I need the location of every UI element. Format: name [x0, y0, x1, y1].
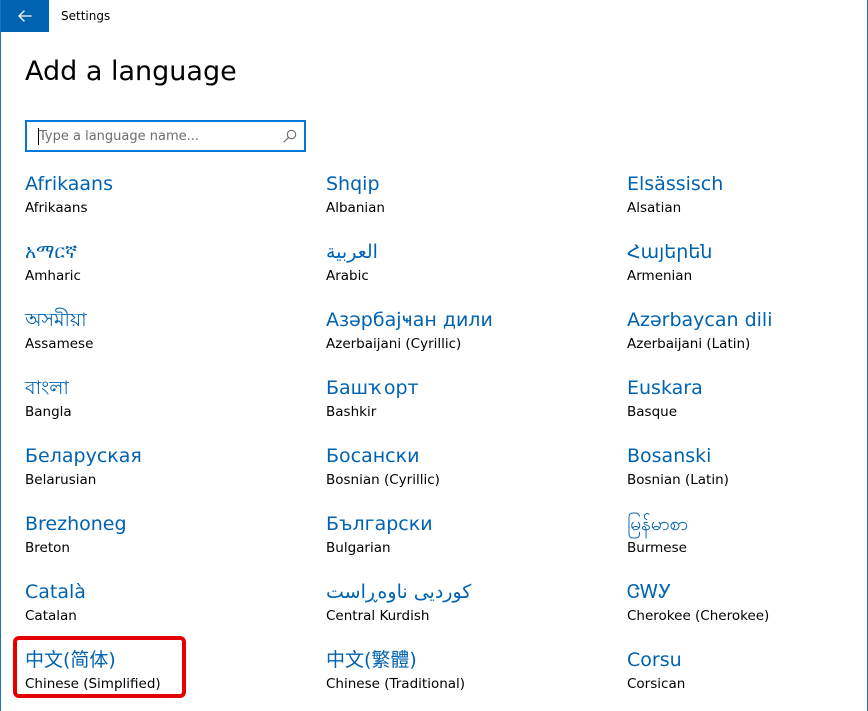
text-caret	[38, 128, 39, 145]
language-english-name: Belarusian	[25, 472, 97, 488]
language-native-name: العربية	[326, 241, 378, 263]
language-native-name: አማርኛ	[25, 241, 78, 263]
language-item[interactable]: Azərbaycan dili Azerbaijani (Latin)	[627, 306, 868, 360]
language-native-name: Azərbaycan dili	[627, 309, 773, 331]
back-button[interactable]	[1, 0, 49, 32]
language-english-name: Cherokee (Cherokee)	[627, 608, 770, 624]
language-native-name: 中文(繁體)	[326, 649, 417, 671]
language-native-name: Català	[25, 581, 86, 603]
language-item[interactable]: অসমীয়া Assamese	[25, 306, 285, 360]
title-bar: Settings	[1, 0, 867, 32]
language-item[interactable]: မြန်မာစာ Burmese	[627, 510, 868, 564]
language-native-name: ᏣᎳᎩ	[627, 581, 672, 603]
language-english-name: Afrikaans	[25, 200, 88, 216]
language-english-name: Chinese (Traditional)	[326, 676, 466, 692]
language-item[interactable]: Brezhoneg Breton	[25, 510, 285, 564]
language-item[interactable]: Euskara Basque	[627, 374, 868, 428]
search-icon[interactable]	[282, 128, 298, 144]
language-english-name: Bashkir	[326, 404, 377, 420]
language-english-name: Azerbaijani (Latin)	[627, 336, 751, 352]
language-english-name: Armenian	[627, 268, 693, 284]
language-english-name: Arabic	[326, 268, 369, 284]
language-native-name: Беларуская	[25, 445, 142, 467]
language-native-name: Հայերեն	[627, 241, 713, 263]
language-item[interactable]: کوردیی ناوەڕاست Central Kurdish	[326, 578, 586, 632]
language-english-name: Bangla	[25, 404, 72, 420]
language-english-name: Amharic	[25, 268, 81, 284]
language-english-name: Burmese	[627, 540, 687, 556]
language-english-name: Corsican	[627, 676, 686, 692]
settings-window: Settings Add a language AfrikaansAfrikaa…	[0, 0, 868, 711]
language-item[interactable]: 中文(繁體) Chinese (Traditional)	[326, 646, 586, 700]
language-item[interactable]: Башҡорт Bashkir	[326, 374, 586, 428]
language-item[interactable]: Беларуская Belarusian	[25, 442, 285, 496]
language-item[interactable]: 中文(简体) Chinese (Simplified)	[25, 646, 285, 700]
language-native-name: অসমীয়া	[25, 309, 87, 331]
back-arrow-icon	[18, 10, 32, 22]
language-english-name: Alsatian	[627, 200, 682, 216]
language-english-name: Basque	[627, 404, 677, 420]
language-item[interactable]: Азәрбајҹан дили Azerbaijani (Cyrillic)	[326, 306, 586, 360]
language-native-name: Азәрбајҹан дили	[326, 309, 493, 331]
search-box[interactable]	[25, 120, 306, 152]
language-english-name: Bosnian (Cyrillic)	[326, 472, 440, 488]
language-native-name: کوردیی ناوەڕاست	[326, 581, 472, 603]
language-native-name: Башҡорт	[326, 377, 419, 399]
language-item[interactable]: Босански Bosnian (Cyrillic)	[326, 442, 586, 496]
window-title: Settings	[61, 9, 111, 23]
language-item[interactable]: አማርኛ Amharic	[25, 238, 285, 292]
language-item[interactable]: Shqip Albanian	[326, 170, 586, 224]
language-native-name: 中文(简体)	[25, 649, 116, 671]
language-item[interactable]: Bosanski Bosnian (Latin)	[627, 442, 868, 496]
language-item[interactable]: Հայերեն Armenian	[627, 238, 868, 292]
language-english-name: Central Kurdish	[326, 608, 430, 624]
language-native-name: Elsässisch	[627, 173, 724, 195]
language-item[interactable]: Български Bulgarian	[326, 510, 586, 564]
language-native-name: Euskara	[627, 377, 703, 399]
language-item[interactable]: Corsu Corsican	[627, 646, 868, 700]
language-english-name: Bulgarian	[326, 540, 391, 556]
language-item[interactable]: বাংলা Bangla	[25, 374, 285, 428]
language-item[interactable]: العربية Arabic	[326, 238, 586, 292]
language-native-name: Босански	[326, 445, 420, 467]
language-english-name: Breton	[25, 540, 70, 556]
language-item[interactable]: Elsässisch Alsatian	[627, 170, 868, 224]
language-native-name: မြန်မာစာ	[627, 513, 689, 535]
language-english-name: Assamese	[25, 336, 94, 352]
language-item[interactable]: ᏣᎳᎩ Cherokee (Cherokee)	[627, 578, 868, 632]
language-english-name: Bosnian (Latin)	[627, 472, 729, 488]
language-english-name: Catalan	[25, 608, 77, 624]
page-title: Add a language	[25, 56, 237, 87]
language-english-name: Albanian	[326, 200, 385, 216]
language-item[interactable]: Afrikaans Afrikaans	[25, 170, 285, 224]
language-native-name: Corsu	[627, 649, 682, 671]
language-native-name: Afrikaans	[25, 173, 113, 195]
language-native-name: Bosanski	[627, 445, 712, 467]
language-item[interactable]: Català Catalan	[25, 578, 285, 632]
language-english-name: Azerbaijani (Cyrillic)	[326, 336, 462, 352]
language-english-name: Chinese (Simplified)	[25, 676, 161, 692]
language-native-name: Brezhoneg	[25, 513, 127, 535]
language-native-name: Shqip	[326, 173, 380, 195]
language-native-name: Български	[326, 513, 433, 535]
search-input[interactable]	[27, 123, 279, 149]
language-native-name: বাংলা	[25, 377, 69, 399]
